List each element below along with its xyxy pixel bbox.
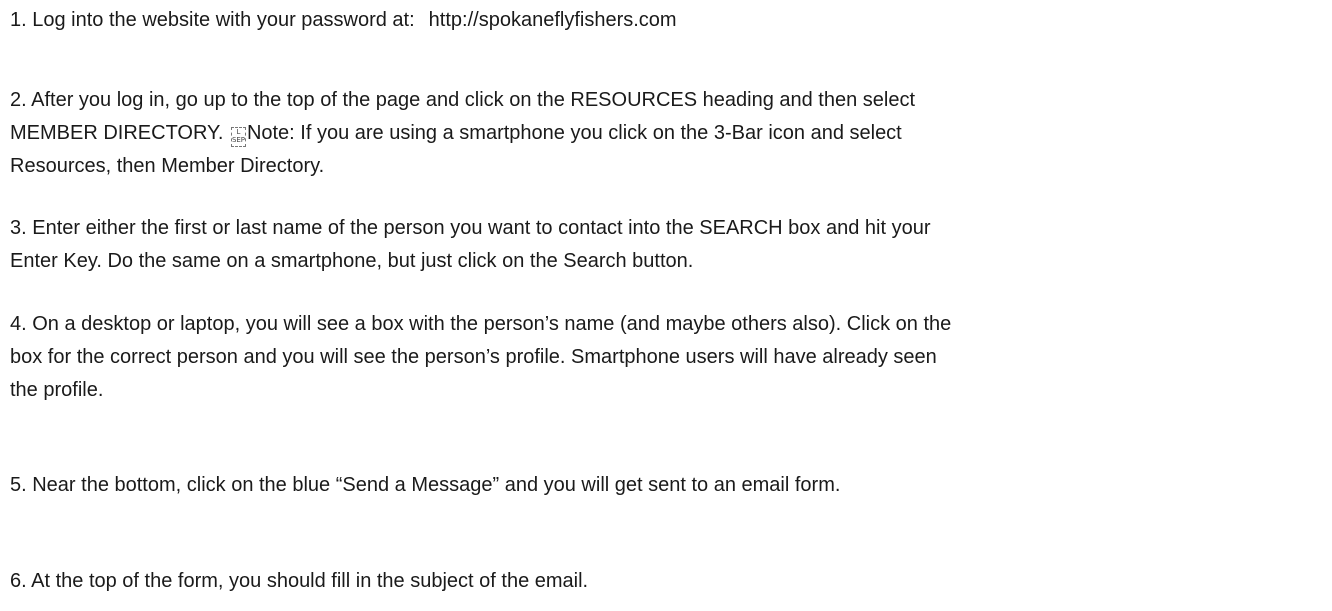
step-2-line-2b: Note: If you are using a smartphone you … xyxy=(246,122,902,144)
step-6: 6. At the top of the form, you should fi… xyxy=(10,565,1322,598)
step-3: 3. Enter either the first or last name o… xyxy=(10,212,1322,278)
step-6-text: 6. At the top of the form, you should fi… xyxy=(10,570,589,592)
step-4: 4. On a desktop or laptop, you will see … xyxy=(10,308,1322,407)
step-2-line-3: Resources, then Member Directory. xyxy=(10,155,325,177)
step-4-line-2: box for the correct person and you will … xyxy=(10,346,937,368)
step-4-line-3: the profile. xyxy=(10,379,104,401)
website-url-text: http://spokaneflyfishers.com xyxy=(428,9,677,31)
step-1: 1. Log into the website with your passwo… xyxy=(10,4,1322,37)
line-separator-glyph: L SEP xyxy=(230,127,246,147)
step-5-text: 5. Near the bottom, click on the blue “S… xyxy=(10,474,841,496)
step-3-line-2: Enter Key. Do the same on a smartphone, … xyxy=(10,250,694,272)
step-2: 2. After you log in, go up to the top of… xyxy=(10,84,1322,183)
step-2-line-1: 2. After you log in, go up to the top of… xyxy=(10,89,916,111)
step-5: 5. Near the bottom, click on the blue “S… xyxy=(10,469,1322,502)
step-3-line-1: 3. Enter either the first or last name o… xyxy=(10,217,931,239)
step-1-text: 1. Log into the website with your passwo… xyxy=(10,9,415,31)
step-2-line-2a: MEMBER DIRECTORY. xyxy=(10,122,229,144)
instruction-document: 1. Log into the website with your passwo… xyxy=(0,0,1332,611)
step-4-line-1: 4. On a desktop or laptop, you will see … xyxy=(10,313,952,335)
